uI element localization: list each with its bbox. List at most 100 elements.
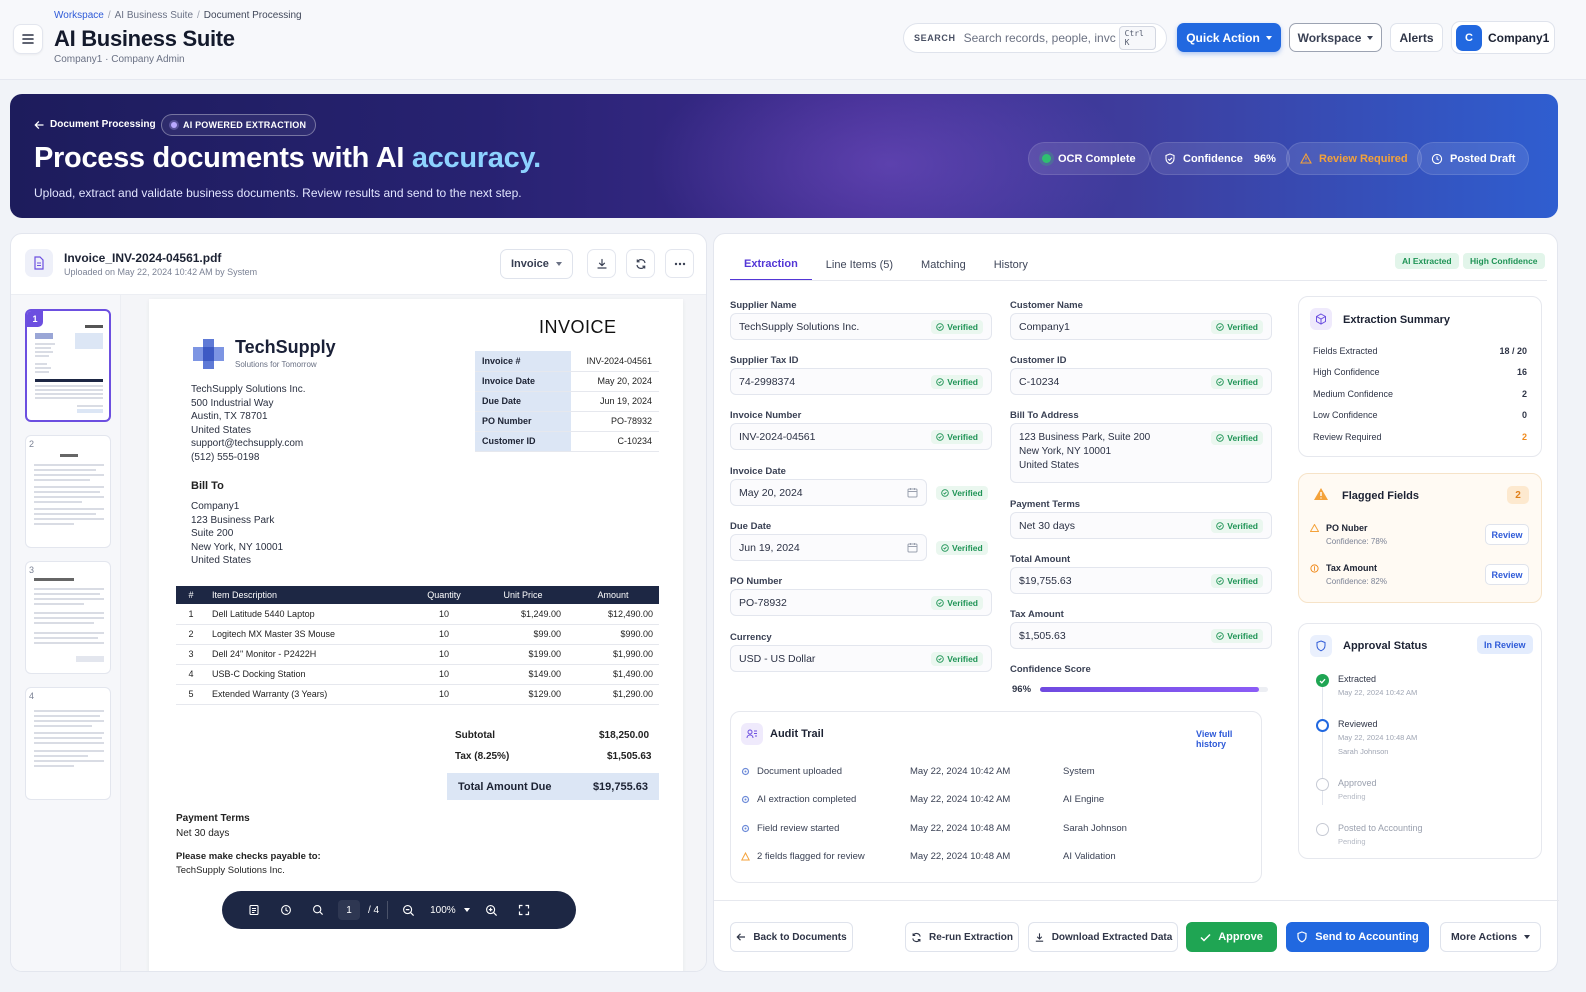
audit-row: Document uploaded May 22, 2024 10:42 AM … — [741, 764, 1095, 778]
tab-line-items[interactable]: Line Items (5) — [812, 248, 907, 281]
back-to-documents-button[interactable]: Back to Documents — [730, 922, 853, 952]
document-type-select[interactable]: Invoice — [500, 249, 573, 279]
total-amount-field[interactable]: $19,755.63 Verified — [1010, 567, 1272, 594]
search-input[interactable] — [963, 31, 1119, 45]
page-navigator: 1 / 4 — [334, 900, 383, 920]
tab-history[interactable]: History — [980, 248, 1042, 281]
current-step-icon — [1316, 719, 1329, 732]
download-button[interactable] — [587, 249, 616, 278]
invoice-number-label: Invoice Number — [730, 410, 802, 421]
shield-icon — [1310, 635, 1332, 657]
supplier-name-field[interactable]: TechSupply Solutions Inc. Verified — [730, 313, 992, 340]
due-date-field[interactable]: Jun 19, 2024 — [730, 534, 927, 561]
zoom-select[interactable]: 100% — [424, 905, 476, 916]
po-number-field[interactable]: PO-78932 Verified — [730, 589, 992, 616]
breadcrumb-workspace[interactable]: Workspace — [54, 10, 104, 21]
calendar-icon[interactable] — [907, 542, 918, 553]
review-label: Review Required — [1319, 152, 1408, 165]
review-required-pill[interactable]: Review Required — [1286, 142, 1422, 175]
review-button[interactable]: Review — [1485, 564, 1529, 585]
download-extracted-data-button[interactable]: Download Extracted Data — [1028, 922, 1178, 952]
review-button[interactable]: Review — [1485, 524, 1529, 545]
chip-label: AI POWERED EXTRACTION — [183, 120, 307, 130]
audit-row: AI extraction completed May 22, 2024 10:… — [741, 792, 1104, 806]
thumbnail-page-4[interactable]: 4 — [25, 687, 111, 800]
bill-to-address-field[interactable]: 123 Business Park, Suite 200 New York, N… — [1010, 423, 1272, 483]
app-subtitle: Company1 · Company Admin — [54, 54, 185, 65]
audit-title: Audit Trail — [770, 728, 824, 740]
tax-amount-field[interactable]: $1,505.63 Verified — [1010, 622, 1272, 649]
global-search[interactable]: SEARCH Ctrl K — [903, 23, 1167, 53]
thumbnail-page-3[interactable]: 3 — [25, 561, 111, 674]
techsupply-logo-icon — [193, 339, 224, 369]
verified-badge: Verified — [1211, 374, 1263, 389]
check-circle-icon — [1216, 521, 1225, 530]
verified-badge: Verified — [1211, 431, 1263, 445]
workspace-button[interactable]: Workspace — [1289, 23, 1382, 52]
table-row: 1 Dell Latitude 5440 Laptop 10 $1,249.00 $12… — [176, 604, 659, 625]
customer-name-field[interactable]: Company1 Verified — [1010, 313, 1272, 340]
fit-page-button[interactable] — [238, 896, 270, 924]
calendar-icon[interactable] — [907, 487, 918, 498]
more-actions-button[interactable]: More Actions — [1440, 922, 1541, 952]
fullscreen-button[interactable] — [508, 896, 540, 924]
company-menu[interactable]: C Company1 — [1451, 21, 1555, 54]
thumbnail-page-1[interactable]: 1 — [25, 309, 111, 422]
customer-id-field[interactable]: C-10234 Verified — [1010, 368, 1272, 395]
zoom-out-icon — [402, 904, 414, 916]
breadcrumb-suite[interactable]: AI Business Suite — [115, 10, 193, 21]
quick-action-button[interactable]: Quick Action — [1177, 23, 1281, 52]
supplier-tax-id-field[interactable]: 74-2998374 Verified — [730, 368, 992, 395]
page-total: / 4 — [368, 904, 380, 916]
menu-button[interactable] — [13, 24, 43, 54]
line-items-table: # Item Description Quantity Unit Price A… — [176, 586, 659, 705]
document-icon — [249, 904, 259, 916]
thumbnail-page-2[interactable]: 2 — [25, 435, 111, 548]
send-to-accounting-button[interactable]: Send to Accounting — [1286, 922, 1429, 952]
shield-check-icon — [1165, 152, 1175, 164]
subtotal-value: $18,250.00 — [599, 730, 650, 741]
hero-title-accent: accuracy. — [411, 142, 541, 174]
invoice-page: TechSupply Solutions for Tomorrow INVOIC… — [149, 299, 683, 971]
payment-terms-label: Payment Terms — [176, 813, 250, 824]
rotate-button[interactable] — [270, 896, 302, 924]
zoom-value: 100% — [430, 904, 456, 916]
refresh-button[interactable] — [626, 249, 655, 278]
check-icon — [1200, 933, 1211, 942]
zoom-in-button[interactable] — [476, 896, 508, 924]
flagged-field-confidence: Confidence: 82% — [1326, 577, 1387, 586]
avatar: C — [1456, 24, 1482, 51]
approval-status-card: Approval Status In Review Extracted May … — [1298, 623, 1542, 859]
approve-button[interactable]: Approve — [1186, 922, 1277, 952]
warning-icon — [1314, 488, 1328, 500]
back-to-document-processing[interactable]: Document Processing — [34, 119, 156, 130]
alerts-button[interactable]: Alerts — [1390, 23, 1443, 52]
back-label: Document Processing — [50, 119, 156, 130]
hero-banner: Document Processing AI POWERED EXTRACTIO… — [10, 94, 1558, 218]
check-circle-icon — [1216, 434, 1225, 442]
alerts-label: Alerts — [1399, 30, 1434, 45]
page-input[interactable]: 1 — [338, 900, 360, 920]
currency-field[interactable]: USD - US Dollar Verified — [730, 645, 992, 672]
summary-title: Extraction Summary — [1343, 314, 1450, 326]
more-options-button[interactable] — [665, 249, 694, 278]
view-full-history-link[interactable]: View full history — [1196, 729, 1261, 749]
verified-badge: Verified — [1211, 628, 1263, 643]
zoom-out-button[interactable] — [392, 896, 424, 924]
invoice-date-field[interactable]: May 20, 2024 — [730, 479, 927, 506]
verified-badge: Verified — [1211, 319, 1263, 334]
thumbnail-number: 3 — [29, 565, 35, 575]
tab-extraction[interactable]: Extraction — [730, 248, 812, 281]
invoice-number-field[interactable]: INV-2024-04561 Verified — [730, 423, 992, 450]
payment-terms-field[interactable]: Net 30 days Verified — [1010, 512, 1272, 539]
thumbnail-number: 4 — [29, 691, 35, 701]
check-circle-icon — [1216, 631, 1225, 640]
rerun-extraction-button[interactable]: Re-run Extraction — [905, 922, 1019, 952]
search-in-document-button[interactable] — [302, 896, 334, 924]
refresh-icon — [912, 932, 921, 942]
hero-subtitle: Upload, extract and validate business do… — [34, 186, 522, 200]
payable-value: TechSupply Solutions Inc. — [176, 865, 285, 876]
tab-matching[interactable]: Matching — [907, 248, 980, 281]
step-name: Posted to Accounting — [1338, 823, 1423, 833]
thumbnail-number: 1 — [27, 311, 43, 327]
